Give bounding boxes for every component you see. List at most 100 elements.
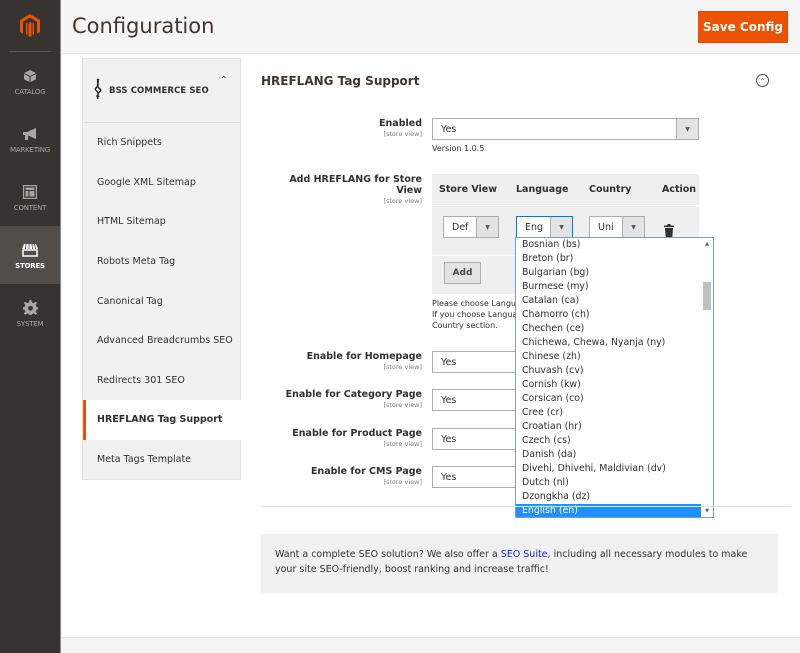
save-config-button[interactable]: Save Config xyxy=(698,11,788,43)
country-select[interactable]: Uni ▼ xyxy=(589,216,645,238)
tab-hreflang-tag-support[interactable]: HREFLANG Tag Support xyxy=(83,400,241,440)
tab-rich-snippets[interactable]: Rich Snippets xyxy=(83,123,240,163)
select-value: Yes xyxy=(441,123,457,135)
section-title[interactable]: HREFLANG Tag Support xyxy=(261,74,419,88)
scroll-up-icon[interactable]: ▲ xyxy=(701,238,713,250)
select-value: Yes xyxy=(441,394,457,406)
nav-label: SYSTEM xyxy=(16,319,44,328)
language-option[interactable]: Chechen (ce) xyxy=(516,322,701,336)
page-header: Configuration Save Config xyxy=(62,0,800,54)
field-scope: [store view] xyxy=(383,363,422,371)
column-language: Language xyxy=(516,184,569,195)
nav-item-stores[interactable]: STORES xyxy=(0,226,60,284)
main-content: BSS COMMERCE SEO ⌃ Rich Snippets Google … xyxy=(62,54,800,637)
add-row-button[interactable]: Add xyxy=(444,262,481,284)
tab-google-xml-sitemap[interactable]: Google XML Sitemap xyxy=(83,163,240,203)
scrollbar-thumb[interactable] xyxy=(703,282,711,310)
language-option[interactable]: Croatian (hr) xyxy=(516,420,701,434)
seo-suite-promo: Want a complete SEO solution? We also of… xyxy=(261,534,778,593)
seo-suite-link[interactable]: SEO Suite xyxy=(501,549,548,560)
tab-group-title: BSS COMMERCE SEO xyxy=(109,85,209,96)
storefront-icon xyxy=(21,241,39,259)
tab-advanced-breadcrumbs-seo[interactable]: Advanced Breadcrumbs SEO xyxy=(83,321,240,361)
tab-group-bss-commerce-seo[interactable]: BSS COMMERCE SEO ⌃ xyxy=(83,59,240,123)
nav-item-content[interactable]: CONTENT xyxy=(0,168,60,226)
nav-item-marketing[interactable]: MARKETING xyxy=(0,110,60,168)
field-scope: [store view] xyxy=(383,478,422,486)
language-option[interactable]: Cree (cr) xyxy=(516,406,701,420)
language-option[interactable]: Danish (da) xyxy=(516,448,701,462)
store-view-select[interactable]: Def ▼ xyxy=(443,216,499,238)
field-scope: [store view] xyxy=(383,197,422,205)
language-select[interactable]: Eng ▼ xyxy=(516,216,573,238)
field-label: Enable for CMS Page xyxy=(310,466,422,477)
column-country: Country xyxy=(589,184,632,195)
dropdown-arrow-icon: ▼ xyxy=(476,217,498,237)
tab-redirects-301-seo[interactable]: Redirects 301 SEO xyxy=(83,361,240,401)
nav-item-catalog[interactable]: CATALOG xyxy=(0,52,60,110)
language-option[interactable]: Bosnian (bs) xyxy=(516,238,701,252)
version-note: Version 1.0.5 xyxy=(432,144,485,153)
hreflang-help-text: Please choose Langua If you choose Langu… xyxy=(432,299,521,330)
nav-label: MARKETING xyxy=(10,145,50,154)
page-title: Configuration xyxy=(72,14,215,38)
language-option[interactable]: Divehi, Dhivehi, Maldivian (dv) xyxy=(516,462,701,476)
hreflang-table-header: Store View Language Country Action xyxy=(432,174,699,206)
bss-logo-icon xyxy=(93,77,103,104)
field-scope: [store view] xyxy=(383,440,422,448)
dropdown-arrow-icon: ▼ xyxy=(676,119,698,139)
config-tabs: BSS COMMERCE SEO ⌃ Rich Snippets Google … xyxy=(82,58,241,481)
dropdown-arrow-icon: ▼ xyxy=(622,217,644,237)
field-label: Enabled xyxy=(379,118,422,129)
language-option[interactable]: Catalan (ca) xyxy=(516,294,701,308)
admin-nav: CATALOG MARKETING CONTENT STORES SYSTEM xyxy=(0,0,61,653)
select-value: Eng xyxy=(525,221,544,233)
field-scope: [store view] xyxy=(383,130,422,138)
language-option[interactable]: Dzongkha (dz) xyxy=(516,490,701,504)
nav-label: CONTENT xyxy=(13,203,47,212)
language-option[interactable]: Chinese (zh) xyxy=(516,350,701,364)
tab-canonical-tag[interactable]: Canonical Tag xyxy=(83,281,240,321)
select-value: Yes xyxy=(441,433,457,445)
language-option[interactable]: Cornish (kw) xyxy=(516,378,701,392)
chevron-up-icon[interactable]: ⌃ xyxy=(220,75,228,86)
section-divider xyxy=(261,506,791,507)
megaphone-icon xyxy=(21,125,39,143)
tab-meta-tags-template[interactable]: Meta Tags Template xyxy=(83,440,240,480)
language-option[interactable]: Czech (cs) xyxy=(516,434,701,448)
gear-icon xyxy=(21,299,39,317)
column-action: Action xyxy=(662,184,697,195)
trash-icon[interactable] xyxy=(664,222,674,237)
language-options: Bosnian (bs) Breton (br) Bulgarian (bg) Bur… xyxy=(516,238,701,517)
tab-html-sitemap[interactable]: HTML Sitemap xyxy=(83,202,240,242)
layout-icon xyxy=(21,183,39,201)
field-label: Enable for Product Page xyxy=(292,428,422,439)
enabled-select[interactable]: Yes ▼ xyxy=(432,118,699,140)
field-scope: [store view] xyxy=(383,401,422,409)
magento-logo[interactable] xyxy=(9,0,51,52)
page-footer xyxy=(62,637,800,653)
field-label: Enable for Homepage xyxy=(306,351,422,362)
language-option[interactable]: Breton (br) xyxy=(516,252,701,266)
language-option[interactable]: Bulgarian (bg) xyxy=(516,266,701,280)
select-value: Def xyxy=(452,221,469,233)
language-option[interactable]: Chuvash (cv) xyxy=(516,364,701,378)
dropdown-scrollbar[interactable]: ▲ ▼ xyxy=(701,238,713,517)
select-value: Yes xyxy=(441,471,457,483)
box-icon xyxy=(21,67,39,85)
select-value: Yes xyxy=(441,356,457,368)
language-dropdown-list[interactable]: Bosnian (bs) Breton (br) Bulgarian (bg) Bur… xyxy=(515,237,714,518)
language-option[interactable]: Chamorro (ch) xyxy=(516,308,701,322)
nav-label: STORES xyxy=(15,261,45,270)
field-label: Add HREFLANG for Store View xyxy=(289,174,422,196)
tab-robots-meta-tag[interactable]: Robots Meta Tag xyxy=(83,242,240,282)
language-option[interactable]: Corsican (co) xyxy=(516,392,701,406)
language-option[interactable]: Dutch (nl) xyxy=(516,476,701,490)
select-value: Uni xyxy=(598,221,614,233)
collapse-section-icon[interactable]: ⌃ xyxy=(756,74,769,87)
language-option[interactable]: Burmese (my) xyxy=(516,280,701,294)
language-option[interactable]: Chichewa, Chewa, Nyanja (ny) xyxy=(516,336,701,350)
column-store-view: Store View xyxy=(439,184,498,195)
nav-item-system[interactable]: SYSTEM xyxy=(0,284,60,342)
nav-label: CATALOG xyxy=(14,87,46,96)
